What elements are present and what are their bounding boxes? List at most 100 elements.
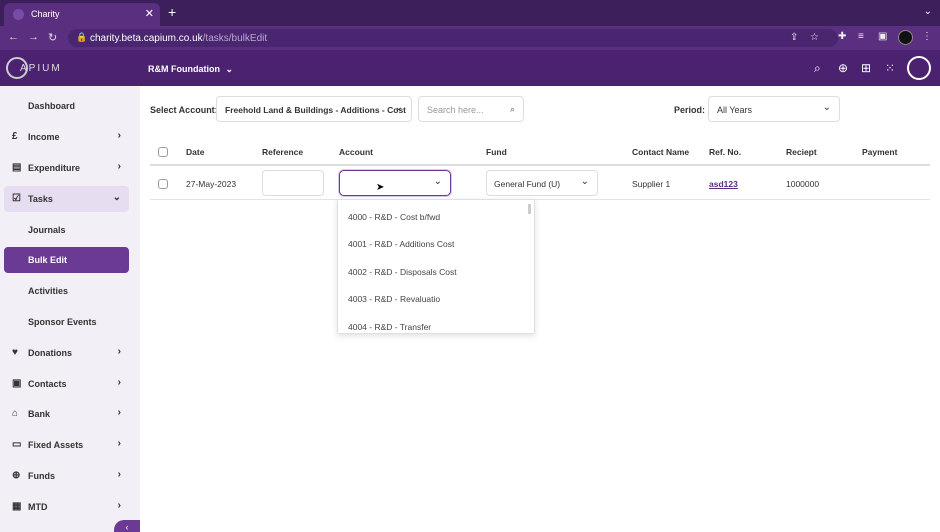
sidebar-item-mtd[interactable]: ▦ MTD ›	[4, 494, 129, 520]
tasks-icon: ☑	[12, 193, 21, 204]
url-text: charity.beta.capium.co.uk/tasks/bulkEdit	[90, 33, 268, 44]
sidebar-item-label: Contacts	[28, 379, 67, 389]
row-receipt: 1000000	[786, 179, 820, 189]
side-panel-icon[interactable]: ▣	[878, 31, 887, 42]
search-input[interactable]: Search here... ⌕	[418, 96, 524, 122]
sidebar-item-journals[interactable]: Journals	[4, 217, 129, 243]
sidebar-item-contacts[interactable]: ▣ Contacts ›	[4, 371, 129, 397]
sidebar-item-sponsor-events[interactable]: Sponsor Events	[4, 309, 129, 335]
account-option[interactable]: 4002 - R&D - Disposals Cost	[348, 267, 457, 277]
sidebar-item-label: Dashboard	[28, 101, 76, 111]
sidebar-item-dashboard[interactable]: Dashboard	[4, 93, 129, 119]
sidebar-item-label: Donations	[28, 348, 72, 358]
back-arrow-icon[interactable]: ←	[8, 31, 19, 43]
tab-title: Charity	[31, 9, 60, 19]
select-account-label: Select Account:	[150, 105, 218, 115]
sidebar: Dashboard £ Income › ▤ Expenditure › ☑ T…	[0, 86, 140, 532]
sidebar-item-funds[interactable]: ⊕ Funds ›	[4, 463, 129, 489]
select-all-checkbox[interactable]	[158, 147, 168, 157]
row-checkbox[interactable]	[158, 179, 168, 189]
mouse-cursor-icon: ➤	[376, 182, 385, 193]
mtd-icon: ▦	[12, 501, 22, 512]
chevron-right-icon: ›	[117, 469, 121, 480]
sidebar-item-label: Fixed Assets	[28, 440, 84, 450]
collapse-sidebar-button[interactable]: ‹	[114, 520, 140, 532]
user-avatar[interactable]	[907, 56, 931, 80]
media-icon[interactable]: ≡	[858, 31, 864, 42]
col-header-payment: Payment	[862, 147, 898, 157]
apps-grid-icon[interactable]: ⁙	[885, 61, 895, 75]
sidebar-item-donations[interactable]: ♥ Donations ›	[4, 340, 129, 366]
logo-text: APIUM	[20, 63, 62, 74]
row-date: 27-May-2023	[186, 179, 237, 189]
chevron-right-icon: ›	[117, 377, 121, 388]
col-header-ref-no: Ref. No.	[709, 147, 742, 157]
sidebar-item-fixed-assets[interactable]: ▭ Fixed Assets ›	[4, 432, 129, 458]
browser-menu-icon[interactable]: ⋮	[922, 31, 932, 42]
contacts-icon: ▣	[12, 378, 22, 389]
extensions-icon[interactable]: ✚	[838, 31, 846, 42]
sidebar-item-bulk-edit[interactable]: Bulk Edit	[4, 247, 129, 273]
table-header: Date Reference Account Fund Contact Name…	[150, 138, 930, 166]
sidebar-item-label: Funds	[28, 471, 55, 481]
add-circle-icon[interactable]: ⊕	[838, 61, 848, 75]
share-icon[interactable]: ⇪	[790, 32, 798, 43]
reference-input[interactable]	[262, 170, 324, 196]
row-ref-no-link[interactable]: asd123	[709, 179, 738, 189]
sidebar-item-label: Sponsor Events	[28, 317, 97, 327]
sidebar-item-label: Bank	[28, 409, 51, 419]
main-content: Select Account: Freehold Land & Building…	[140, 86, 940, 532]
forward-arrow-icon[interactable]: →	[28, 31, 39, 43]
charity-favicon-icon	[13, 9, 24, 20]
donations-icon: ♥	[12, 347, 18, 358]
address-bar[interactable]: 🔒 charity.beta.capium.co.uk/tasks/bulkEd…	[68, 29, 838, 47]
organisation-name: R&M Foundation	[148, 64, 220, 74]
sidebar-item-income[interactable]: £ Income ›	[4, 124, 129, 150]
chevron-right-icon: ›	[117, 161, 121, 172]
tab-list-chevron-icon[interactable]: ⌄	[924, 6, 932, 17]
col-header-contact-name: Contact Name	[632, 147, 690, 157]
account-select[interactable]: ⌄	[339, 170, 451, 196]
reload-icon[interactable]: ↻	[48, 31, 57, 44]
sidebar-item-tasks[interactable]: ☑ Tasks ⌄	[4, 186, 129, 212]
col-header-fund: Fund	[486, 147, 507, 157]
account-option[interactable]: 4004 - R&D - Transfer	[348, 322, 431, 332]
browser-toolbar: ← → ↻ 🔒 charity.beta.capium.co.uk/tasks/…	[0, 26, 940, 50]
browser-tab[interactable]: Charity ✕	[4, 3, 160, 26]
chevron-down-icon: ⌄	[225, 64, 234, 74]
col-header-receipt: Reciept	[786, 147, 817, 157]
chevron-right-icon: ›	[117, 438, 121, 449]
search-icon: ⌕	[509, 104, 515, 114]
fund-value: General Fund (U)	[494, 179, 561, 189]
sidebar-item-expenditure[interactable]: ▤ Expenditure ›	[4, 155, 129, 181]
sidebar-item-activities[interactable]: Activities	[4, 278, 129, 304]
sidebar-item-bank[interactable]: ⌂ Bank ›	[4, 401, 129, 427]
browser-tab-bar: Charity ✕ + ⌄	[0, 0, 940, 26]
col-header-account: Account	[339, 147, 373, 157]
pound-icon: £	[12, 131, 18, 142]
account-option[interactable]: 4003 - R&D - Revaluatio	[348, 294, 440, 304]
search-icon[interactable]: ⌕	[814, 61, 821, 76]
chevron-down-icon: ⌄	[433, 176, 442, 187]
tab-close-icon[interactable]: ✕	[145, 7, 154, 20]
fund-select[interactable]: General Fund (U) ⌄	[486, 170, 598, 196]
new-tab-button[interactable]: +	[168, 4, 176, 20]
widgets-icon[interactable]: ⊞	[861, 61, 871, 75]
bookmark-star-icon[interactable]: ☆	[810, 32, 819, 43]
dropdown-scrollbar[interactable]	[528, 204, 531, 214]
organisation-switcher[interactable]: R&M Foundation ⌄	[148, 64, 233, 75]
chevron-right-icon: ›	[117, 500, 121, 511]
chevron-down-icon: ⌄	[394, 102, 403, 113]
chevron-down-icon: ⌄	[822, 102, 831, 113]
col-header-date: Date	[186, 147, 205, 157]
sidebar-item-label: Expenditure	[28, 163, 81, 173]
funds-icon: ⊕	[12, 470, 21, 481]
account-option[interactable]: 4001 - R&D - Additions Cost	[348, 239, 454, 249]
period-dropdown[interactable]: All Years ⌄	[708, 96, 840, 122]
chevron-down-icon: ⌄	[580, 176, 589, 187]
account-option[interactable]: 4000 - R&D - Cost b/fwd	[348, 212, 440, 222]
browser-profile-avatar[interactable]	[898, 30, 913, 45]
select-account-dropdown[interactable]: Freehold Land & Buildings - Additions - …	[216, 96, 412, 122]
sidebar-item-label: Income	[28, 132, 60, 142]
sidebar-item-label: Tasks	[28, 194, 53, 204]
